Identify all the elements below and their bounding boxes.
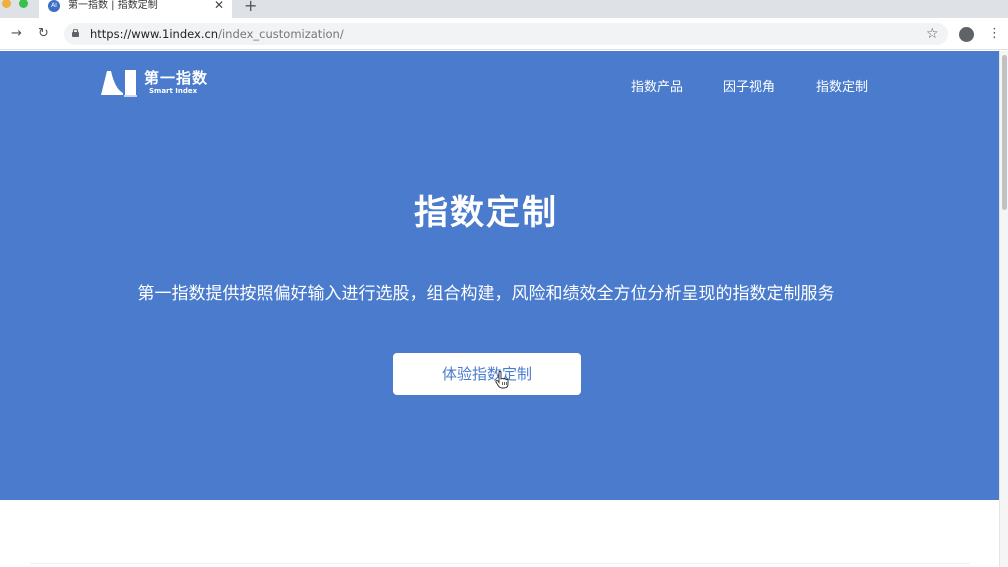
url-text[interactable]: https://www.1index.cn/index_customizatio…: [90, 26, 344, 42]
forward-arrow-icon[interactable]: →: [11, 25, 22, 43]
hero-section: 第一指数 Smart Index 指数产品 因子视角 指数定制 指数定制 第一指…: [0, 51, 999, 500]
scrollbar-thumb[interactable]: [1002, 55, 1007, 210]
tab-title: 第一指数 | 指数定制: [68, 0, 158, 11]
browser-menu-icon[interactable]: ⋮: [988, 25, 1001, 43]
new-tab-button[interactable]: +: [244, 0, 257, 16]
browser-tab-active[interactable]: AI 第一指数 | 指数定制 ✕: [39, 0, 232, 18]
hand-cursor-icon: [495, 371, 509, 389]
hero-description: 第一指数提供按照偏好输入进行选股，组合构建，风险和绩效全方位分析呈现的指数定制服…: [137, 284, 835, 304]
nav-item-index-products[interactable]: 指数产品: [631, 80, 683, 96]
site-favicon-icon: AI: [48, 0, 60, 12]
address-bar[interactable]: https://www.1index.cn/index_customizatio…: [64, 23, 948, 45]
window-minimize-button[interactable]: [2, 0, 11, 8]
try-customization-button[interactable]: 体验指数定制: [393, 353, 581, 395]
page-scrollbar[interactable]: [999, 51, 1008, 567]
site-logo[interactable]: 第一指数 Smart Index: [101, 69, 221, 99]
url-path: /index_customization/: [218, 27, 344, 41]
account-icon[interactable]: [959, 27, 974, 42]
logo-chinese-text: 第一指数: [144, 69, 209, 87]
logo-english-text: Smart Index: [149, 87, 198, 95]
divider: [30, 563, 970, 564]
logo-mark-icon: [101, 70, 137, 97]
browser-toolbar: → ↻ https://www.1index.cn/index_customiz…: [0, 18, 1008, 50]
page-content: 第一指数 Smart Index 指数产品 因子视角 指数定制 指数定制 第一指…: [0, 51, 999, 567]
reload-icon[interactable]: ↻: [38, 25, 49, 43]
nav-item-index-customization[interactable]: 指数定制: [816, 80, 868, 96]
lock-icon: [72, 29, 79, 37]
nav-item-factor-perspective[interactable]: 因子视角: [723, 80, 775, 96]
bookmark-star-icon[interactable]: ☆: [926, 24, 939, 44]
close-tab-icon[interactable]: ✕: [214, 0, 224, 12]
window-maximize-button[interactable]: [19, 0, 28, 8]
browser-tab-bar: AI 第一指数 | 指数定制 ✕ +: [0, 0, 1008, 18]
url-host: https://www.1index.cn: [90, 27, 219, 41]
page-title: 指数定制: [414, 193, 558, 233]
